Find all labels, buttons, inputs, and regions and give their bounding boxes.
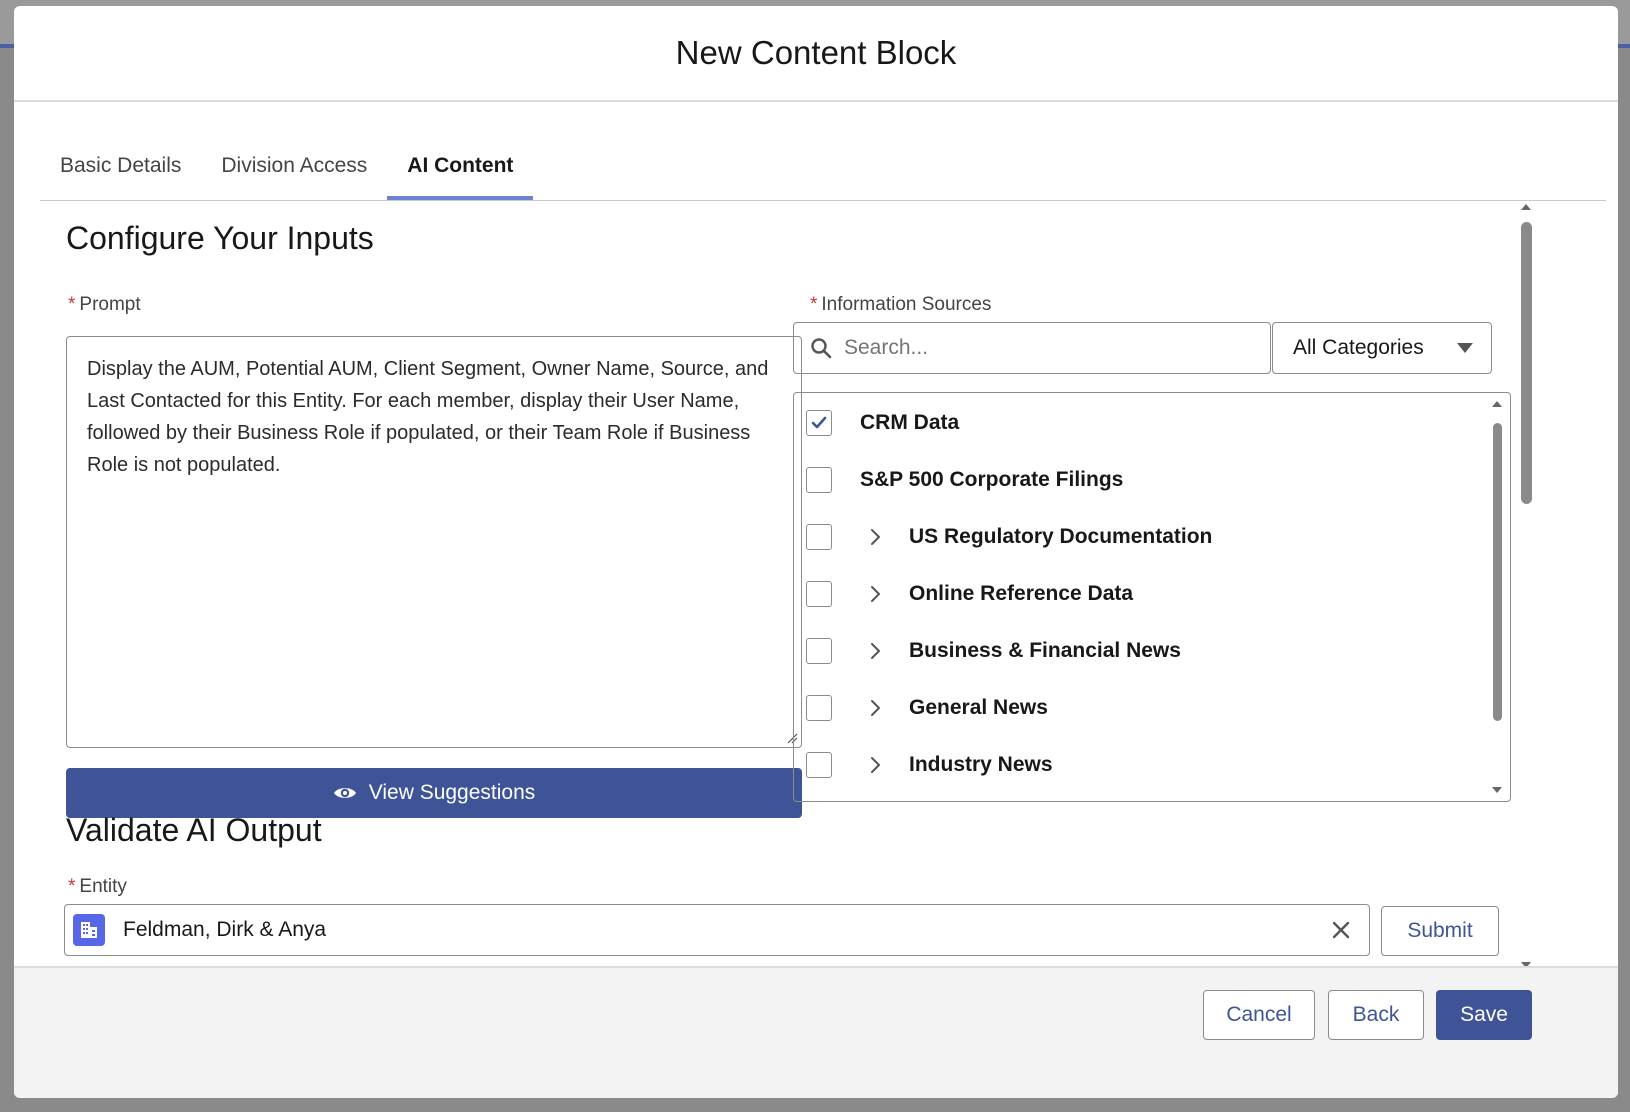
tab-bar: Basic Details Division Access AI Content bbox=[40, 132, 1606, 201]
required-marker: * bbox=[810, 294, 818, 315]
modal-footer: Cancel Back Save bbox=[14, 966, 1618, 1098]
source-checkbox[interactable] bbox=[806, 524, 832, 550]
source-item-business-financial-news: Business & Financial News bbox=[806, 631, 1181, 671]
prompt-label: * Prompt bbox=[68, 294, 141, 316]
source-checkbox[interactable] bbox=[806, 581, 832, 607]
new-content-block-modal: New Content Block Basic Details Division… bbox=[14, 6, 1618, 1098]
submit-button[interactable]: Submit bbox=[1381, 906, 1499, 956]
prompt-text: Display the AUM, Potential AUM, Client S… bbox=[87, 358, 769, 476]
scroll-up-icon[interactable] bbox=[1518, 202, 1534, 212]
chevron-down-icon bbox=[1457, 343, 1473, 353]
entity-label-text: Entity bbox=[79, 876, 127, 897]
chevron-right-icon[interactable] bbox=[866, 585, 884, 603]
chevron-right-icon[interactable] bbox=[866, 756, 884, 774]
validate-output-heading: Validate AI Output bbox=[66, 812, 322, 848]
source-item-crm-data: CRM Data bbox=[806, 403, 959, 443]
source-label: S&P 500 Corporate Filings bbox=[860, 468, 1124, 491]
save-button[interactable]: Save bbox=[1436, 990, 1532, 1040]
chevron-right-icon[interactable] bbox=[866, 699, 884, 717]
entity-value: Feldman, Dirk & Anya bbox=[123, 918, 327, 941]
background-accent bbox=[1616, 44, 1630, 48]
entity-lookup[interactable]: Feldman, Dirk & Anya bbox=[64, 904, 1370, 956]
search-icon bbox=[811, 338, 832, 359]
eye-icon bbox=[333, 788, 356, 798]
sources-scrollbar-thumb[interactable] bbox=[1493, 423, 1502, 721]
chevron-right-icon[interactable] bbox=[866, 642, 884, 660]
prompt-textarea[interactable]: Display the AUM, Potential AUM, Client S… bbox=[66, 336, 802, 748]
clear-entity-button[interactable] bbox=[1325, 914, 1357, 946]
required-marker: * bbox=[68, 294, 76, 315]
source-checkbox[interactable] bbox=[806, 410, 832, 436]
source-checkbox[interactable] bbox=[806, 467, 832, 493]
source-label: General News bbox=[909, 696, 1048, 719]
category-select[interactable]: All Categories bbox=[1272, 322, 1492, 374]
source-item-general-news: General News bbox=[806, 688, 1048, 728]
scroll-up-icon[interactable] bbox=[1490, 399, 1504, 409]
tab-ai-content[interactable]: AI Content bbox=[387, 132, 534, 200]
sources-search-input[interactable] bbox=[842, 335, 1246, 361]
source-label: CRM Data bbox=[860, 411, 960, 434]
tab-division-access[interactable]: Division Access bbox=[201, 132, 387, 200]
category-select-value: All Categories bbox=[1293, 336, 1424, 359]
close-icon bbox=[1332, 921, 1350, 939]
checkmark-icon bbox=[811, 416, 827, 429]
sources-scrollbar[interactable] bbox=[1490, 399, 1504, 795]
back-button[interactable]: Back bbox=[1328, 990, 1424, 1040]
source-item-sp500-filings: S&P 500 Corporate Filings bbox=[806, 460, 1123, 500]
source-item-online-reference: Online Reference Data bbox=[806, 574, 1133, 614]
source-label: Online Reference Data bbox=[909, 582, 1134, 605]
scroll-down-icon[interactable] bbox=[1490, 785, 1504, 795]
ai-content-panel: Configure Your Inputs * Prompt Display th… bbox=[40, 202, 1594, 1010]
background-accent bbox=[0, 44, 14, 48]
source-item-industry-news: Industry News bbox=[806, 745, 1053, 785]
required-marker: * bbox=[68, 876, 76, 897]
information-sources-label: * Information Sources bbox=[810, 294, 991, 316]
configure-inputs-heading: Configure Your Inputs bbox=[66, 220, 374, 256]
source-checkbox[interactable] bbox=[806, 695, 832, 721]
content-scrollbar-thumb[interactable] bbox=[1521, 222, 1532, 504]
chevron-right-icon[interactable] bbox=[866, 528, 884, 546]
building-icon bbox=[73, 914, 105, 946]
view-suggestions-button[interactable]: View Suggestions bbox=[66, 768, 802, 818]
sources-search-box bbox=[793, 322, 1271, 374]
source-label: Business & Financial News bbox=[909, 639, 1181, 662]
prompt-label-text: Prompt bbox=[79, 294, 141, 315]
source-label: Industry News bbox=[909, 753, 1053, 776]
view-suggestions-label: View Suggestions bbox=[368, 781, 536, 804]
source-label: US Regulatory Documentation bbox=[909, 525, 1213, 548]
entity-label: * Entity bbox=[68, 876, 127, 898]
information-sources-list: CRM Data S&P 500 Corporate Filings US Re… bbox=[793, 392, 1511, 802]
cancel-button[interactable]: Cancel bbox=[1203, 990, 1315, 1040]
information-sources-label-text: Information Sources bbox=[821, 294, 992, 315]
source-item-us-regulatory: US Regulatory Documentation bbox=[806, 517, 1212, 557]
source-checkbox[interactable] bbox=[806, 638, 832, 664]
content-scrollbar[interactable] bbox=[1518, 202, 1534, 970]
source-checkbox[interactable] bbox=[806, 752, 832, 778]
modal-title: New Content Block bbox=[675, 34, 957, 71]
modal-header: New Content Block bbox=[14, 6, 1618, 102]
tab-basic-details[interactable]: Basic Details bbox=[40, 132, 201, 200]
